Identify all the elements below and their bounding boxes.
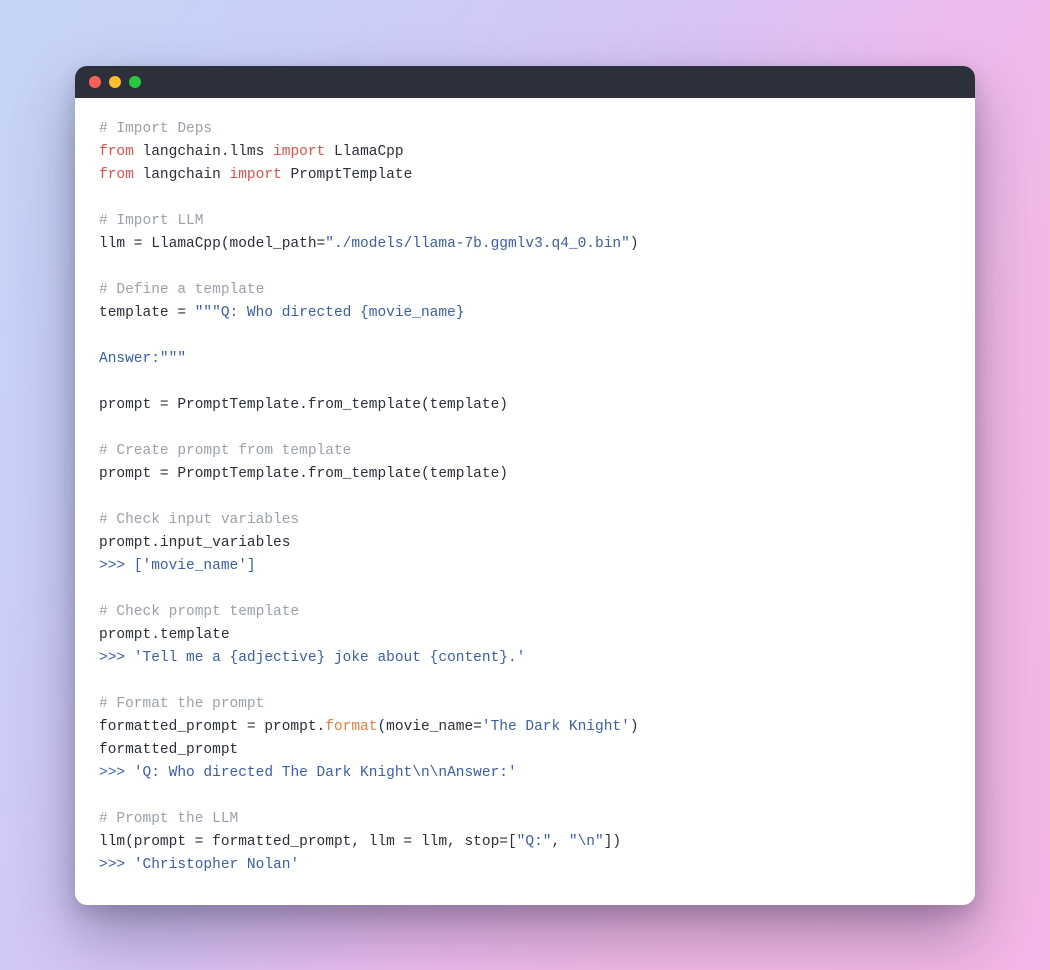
code-token: prompt = PromptTemplate.from_template(te…	[99, 397, 508, 413]
code-line: Answer:"""	[99, 348, 951, 371]
code-block: # Import Deps from langchain.llms import …	[75, 98, 975, 905]
code-line: prompt = PromptTemplate.from_template(te…	[99, 463, 951, 486]
code-token: >>>	[99, 765, 134, 781]
code-token: LlamaCpp	[325, 144, 403, 160]
code-token: """Q: Who directed {movie_name}	[195, 305, 465, 321]
code-token: prompt.template	[99, 627, 230, 643]
code-token: prompt = PromptTemplate.from_template(te…	[99, 466, 508, 482]
code-token: format	[325, 719, 377, 735]
code-line	[99, 785, 951, 808]
code-token: >>>	[99, 558, 134, 574]
code-token: # Create prompt from template	[99, 443, 351, 459]
code-token: )	[630, 236, 639, 252]
minimize-icon[interactable]	[109, 76, 121, 88]
code-line: llm(prompt = formatted_prompt, llm = llm…	[99, 831, 951, 854]
code-line: from langchain.llms import LlamaCpp	[99, 141, 951, 164]
code-token: Answer:"""	[99, 351, 186, 367]
code-line: llm = LlamaCpp(model_path="./models/llam…	[99, 233, 951, 256]
code-line: template = """Q: Who directed {movie_nam…	[99, 302, 951, 325]
maximize-icon[interactable]	[129, 76, 141, 88]
code-token: 'Q: Who directed The Dark Knight\n\nAnsw…	[134, 765, 517, 781]
code-line	[99, 187, 951, 210]
code-token: "Q:"	[517, 834, 552, 850]
code-line: prompt.template	[99, 624, 951, 647]
code-token: # Prompt the LLM	[99, 811, 238, 827]
code-token: ,	[551, 834, 568, 850]
code-line: # Define a template	[99, 279, 951, 302]
code-line	[99, 256, 951, 279]
code-token: # Check prompt template	[99, 604, 299, 620]
code-line: prompt = PromptTemplate.from_template(te…	[99, 394, 951, 417]
code-line: >>> 'Q: Who directed The Dark Knight\n\n…	[99, 762, 951, 785]
code-line: formatted_prompt	[99, 739, 951, 762]
code-line: >>> 'Tell me a {adjective} joke about {c…	[99, 647, 951, 670]
code-token: # Import LLM	[99, 213, 203, 229]
code-token: from	[99, 167, 134, 183]
code-token: formatted_prompt	[99, 742, 238, 758]
code-token: ])	[604, 834, 621, 850]
code-token: langchain.llms	[134, 144, 273, 160]
code-token: )	[630, 719, 639, 735]
code-line: # Import Deps	[99, 118, 951, 141]
code-line: # Prompt the LLM	[99, 808, 951, 831]
code-token: (movie_name=	[377, 719, 481, 735]
code-window: # Import Deps from langchain.llms import …	[75, 66, 975, 905]
code-line	[99, 371, 951, 394]
code-line	[99, 670, 951, 693]
code-token: # Define a template	[99, 282, 264, 298]
code-line: >>> 'Christopher Nolan'	[99, 854, 951, 877]
code-line: formatted_prompt = prompt.format(movie_n…	[99, 716, 951, 739]
code-token: formatted_prompt = prompt.	[99, 719, 325, 735]
code-token: ['movie_name']	[134, 558, 256, 574]
code-token: # Check input variables	[99, 512, 299, 528]
code-token: import	[230, 167, 282, 183]
code-token: import	[273, 144, 325, 160]
code-line: prompt.input_variables	[99, 532, 951, 555]
code-line	[99, 578, 951, 601]
code-token: "\n"	[569, 834, 604, 850]
code-token: >>>	[99, 650, 134, 666]
code-token: # Format the prompt	[99, 696, 264, 712]
code-token: from	[99, 144, 134, 160]
code-line: # Check prompt template	[99, 601, 951, 624]
code-token: PromptTemplate	[282, 167, 413, 183]
code-line: # Check input variables	[99, 509, 951, 532]
code-token: "./models/llama-7b.ggmlv3.q4_0.bin"	[325, 236, 630, 252]
code-token: # Import Deps	[99, 121, 212, 137]
code-line	[99, 325, 951, 348]
code-token: >>>	[99, 857, 134, 873]
code-line: # Import LLM	[99, 210, 951, 233]
titlebar	[75, 66, 975, 98]
close-icon[interactable]	[89, 76, 101, 88]
code-token: llm = LlamaCpp(model_path=	[99, 236, 325, 252]
code-token: 'The Dark Knight'	[482, 719, 630, 735]
code-token: prompt.input_variables	[99, 535, 290, 551]
code-line	[99, 417, 951, 440]
code-token: langchain	[134, 167, 230, 183]
code-token: 'Christopher Nolan'	[134, 857, 299, 873]
code-line: from langchain import PromptTemplate	[99, 164, 951, 187]
code-line: >>> ['movie_name']	[99, 555, 951, 578]
code-token: 'Tell me a {adjective} joke about {conte…	[134, 650, 526, 666]
code-line: # Format the prompt	[99, 693, 951, 716]
code-line	[99, 486, 951, 509]
code-token: llm(prompt = formatted_prompt, llm = llm…	[99, 834, 517, 850]
code-line: # Create prompt from template	[99, 440, 951, 463]
code-token: template =	[99, 305, 195, 321]
